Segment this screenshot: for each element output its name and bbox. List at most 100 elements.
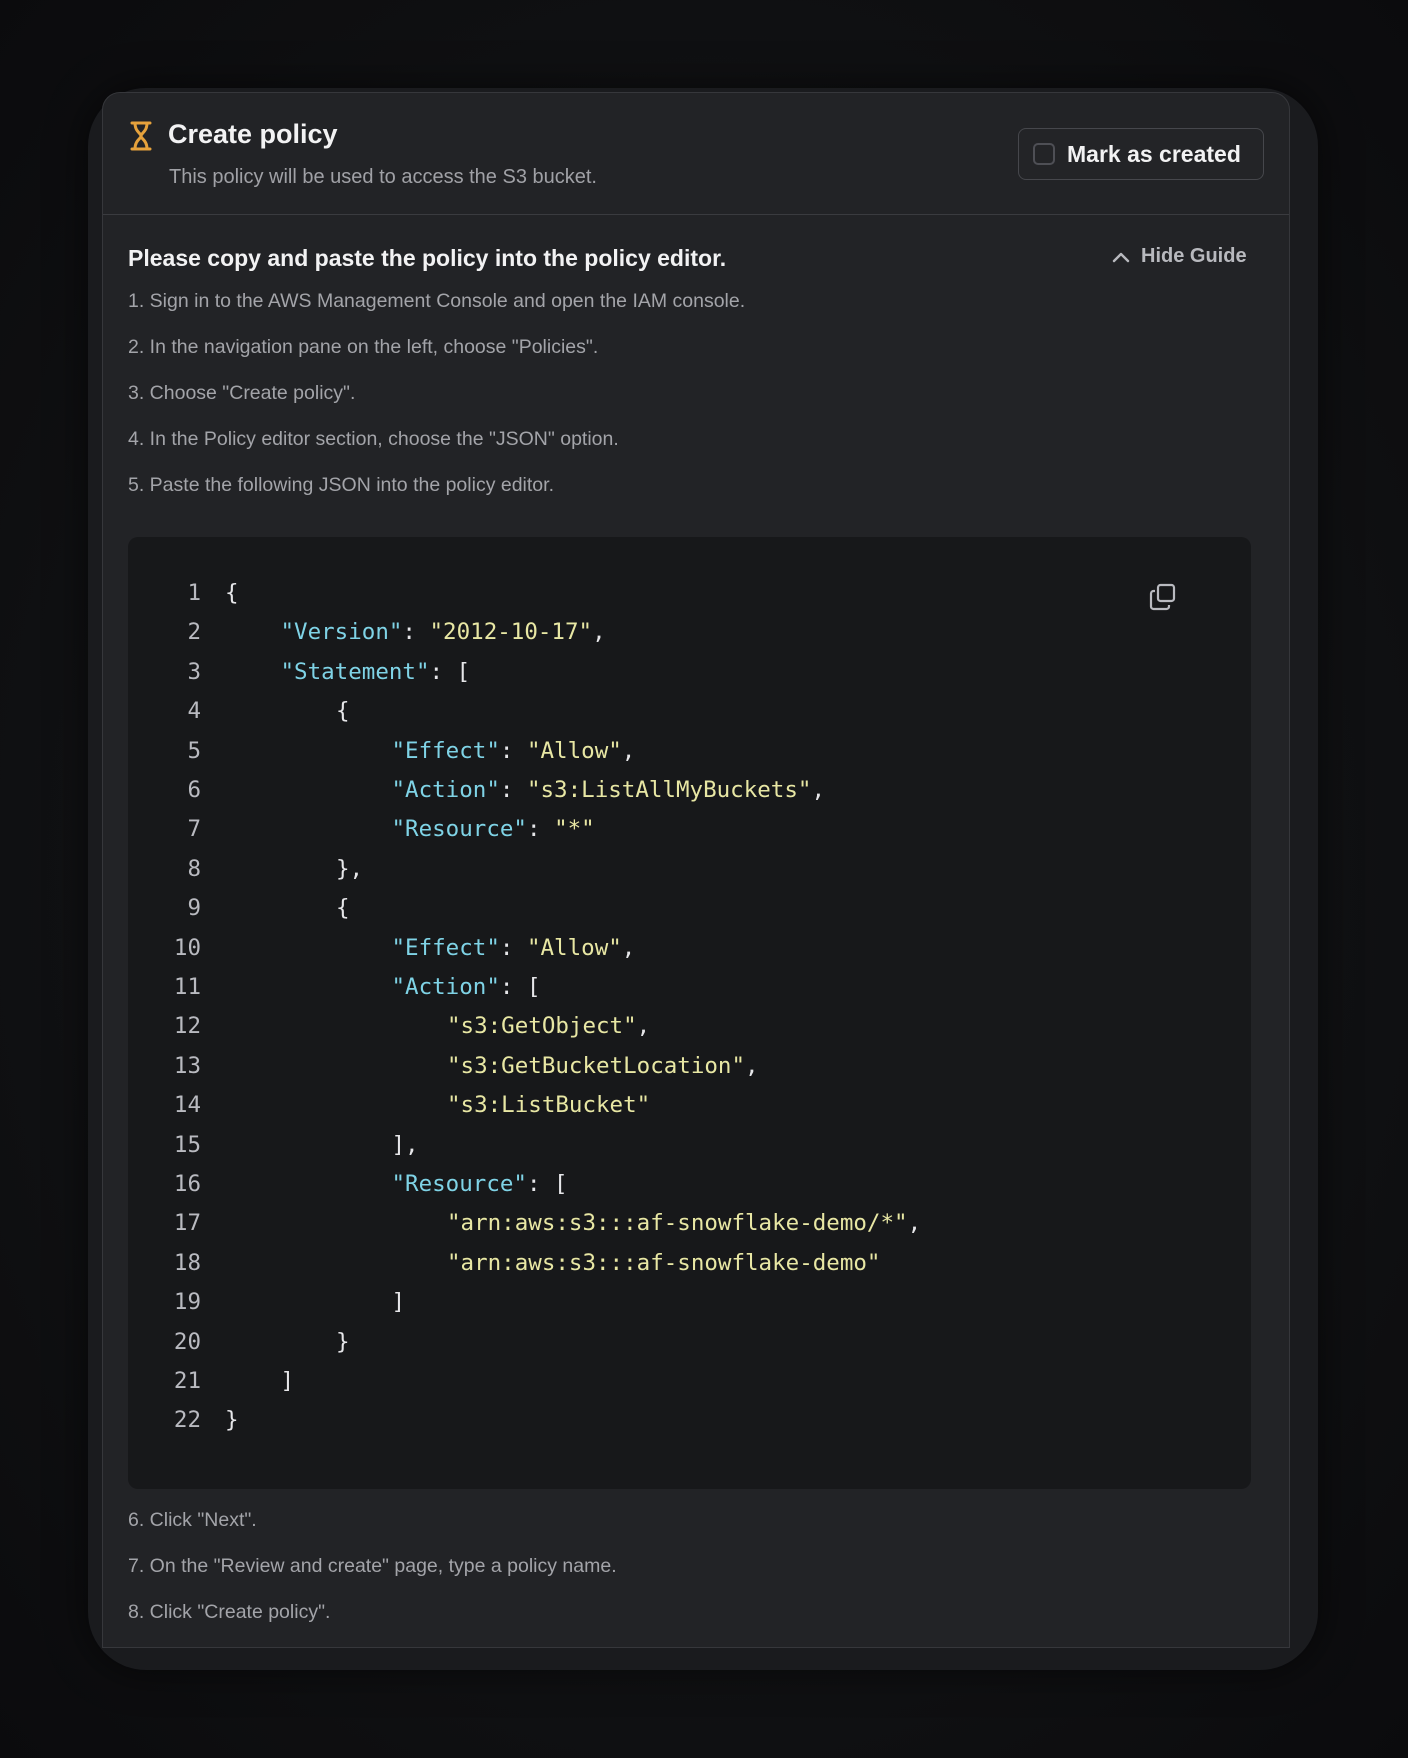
code-line: 21] (128, 1363, 1251, 1399)
code-line: 20} (128, 1324, 1251, 1360)
json-punctuation: ] (280, 1368, 295, 1394)
json-punctuation: } (336, 1328, 350, 1355)
guide-step: 7. On the "Review and create" page, type… (128, 1555, 617, 1577)
json-key: "Effect" (391, 934, 500, 961)
copy-icon[interactable] (1148, 582, 1178, 612)
json-punctuation: { (225, 580, 239, 606)
code-text: "Resource": [ (392, 1166, 568, 1202)
json-punctuation: : (402, 619, 430, 646)
code-line: 3 "Statement": [ (128, 654, 1251, 690)
json-key: "Statement" (280, 658, 430, 685)
json-punctuation: : [ (429, 658, 471, 685)
code-text: "Version": "2012-10-17", (281, 614, 606, 650)
json-punctuation: : [ (499, 974, 541, 1000)
code-line: 14 "s3:ListBucket" (128, 1087, 1251, 1123)
json-punctuation: ] (391, 1289, 406, 1316)
guide-step: 1. Sign in to the AWS Management Console… (128, 290, 746, 312)
json-string: "*" (554, 816, 595, 843)
code-text: }, (336, 851, 363, 887)
code-line: 22} (128, 1402, 1251, 1438)
code-text: "s3:ListBucket" (447, 1087, 650, 1123)
code-line: 15], (128, 1127, 1251, 1163)
code-text: "Action": [ (392, 969, 541, 1005)
json-string: "s3:ListAllMyBuckets" (526, 777, 812, 803)
guide-step: 3. Choose "Create policy". (128, 382, 356, 404)
code-line: 12 "s3:GetObject", (128, 1008, 1251, 1044)
code-text: "s3:GetBucketLocation", (447, 1048, 759, 1084)
code-line: 18 "arn:aws:s3:::af-snowflake-demo" (128, 1245, 1251, 1281)
line-number: 12 (173, 1013, 201, 1040)
json-string: "Allow" (526, 737, 622, 764)
mark-as-created-button[interactable]: Mark as created (1018, 128, 1264, 180)
json-punctuation: { (336, 698, 350, 725)
code-text: "Statement": [ (281, 654, 471, 690)
line-number: 13 (173, 1052, 201, 1079)
code-line: 13 "s3:GetBucketLocation", (128, 1048, 1251, 1084)
code-line: 9{ (128, 890, 1251, 926)
mark-as-created-checkbox[interactable] (1033, 143, 1055, 165)
code-text: } (336, 1324, 350, 1360)
line-number: 16 (173, 1171, 201, 1197)
line-number: 14 (173, 1092, 201, 1119)
json-punctuation: : (526, 816, 555, 843)
json-punctuation: , (621, 737, 636, 764)
json-punctuation: }, (336, 855, 364, 882)
code-text: "Action": "s3:ListAllMyBuckets", (392, 772, 826, 808)
code-line: 4{ (128, 693, 1251, 729)
code-line: 19] (128, 1284, 1251, 1320)
line-number: 10 (173, 934, 201, 961)
json-punctuation: : (499, 777, 527, 803)
line-number: 22 (173, 1407, 201, 1434)
json-punctuation: , (592, 619, 606, 646)
json-punctuation: { (336, 895, 350, 922)
line-number: 8 (187, 855, 201, 882)
json-code-block[interactable]: 1{2 "Version": "2012-10-17", 3 "Statement":… (128, 537, 1251, 1489)
json-string: "s3:GetObject" (447, 1013, 637, 1040)
line-number: 21 (173, 1368, 201, 1394)
json-punctuation: : (499, 737, 527, 764)
json-string: "Allow" (526, 934, 622, 961)
mark-as-created-label: Mark as created (1067, 140, 1241, 167)
code-text: } (225, 1402, 239, 1438)
line-number: 9 (187, 895, 201, 922)
code-text: ] (392, 1284, 406, 1320)
guide-step: 2. In the navigation pane on the left, c… (128, 336, 599, 358)
json-key: "Action" (391, 974, 500, 1000)
line-number: 19 (173, 1289, 201, 1316)
code-text: "arn:aws:s3:::af-snowflake-demo" (447, 1245, 880, 1281)
line-number: 6 (187, 777, 201, 803)
line-number: 7 (187, 816, 201, 843)
code-text: { (336, 693, 350, 729)
code-text: "Effect": "Allow", (392, 733, 636, 769)
json-string: "s3:ListBucket" (447, 1092, 651, 1119)
code-text: { (225, 575, 239, 611)
guide-step: 5. Paste the following JSON into the pol… (128, 474, 554, 496)
json-key: "Version" (280, 619, 403, 646)
json-string: "arn:aws:s3:::af-snowflake-demo" (447, 1249, 881, 1276)
guide-step: 6. Click "Next". (128, 1509, 257, 1531)
card-header: Create policy This policy will be used t… (103, 93, 1289, 215)
code-line: 7 "Resource": "*" (128, 811, 1251, 847)
hide-guide-button[interactable]: Hide Guide (1111, 245, 1247, 268)
line-number: 4 (187, 698, 201, 725)
guide-step: 4. In the Policy editor section, choose … (128, 428, 619, 450)
hourglass-icon (130, 121, 152, 151)
json-string: "s3:GetBucketLocation" (447, 1052, 746, 1079)
line-number: 3 (187, 658, 201, 685)
code-line: 16 "Resource": [ (128, 1166, 1251, 1202)
page-subtitle: This policy will be used to access the S… (169, 166, 597, 188)
line-number: 11 (173, 974, 201, 1000)
json-punctuation: , (636, 1013, 651, 1040)
json-key: "Effect" (391, 737, 500, 764)
json-punctuation: ], (391, 1131, 419, 1158)
line-number: 5 (187, 737, 201, 764)
code-line: 5 "Effect": "Allow", (128, 733, 1251, 769)
line-number: 2 (187, 619, 201, 646)
create-policy-card: Create policy This policy will be used t… (102, 92, 1290, 1648)
json-punctuation: , (811, 777, 825, 803)
code-text: "s3:GetObject", (447, 1008, 650, 1044)
code-text: "Effect": "Allow", (392, 930, 636, 966)
json-key: "Resource" (391, 816, 527, 843)
chevron-up-icon (1112, 252, 1130, 262)
json-punctuation: } (225, 1407, 239, 1434)
